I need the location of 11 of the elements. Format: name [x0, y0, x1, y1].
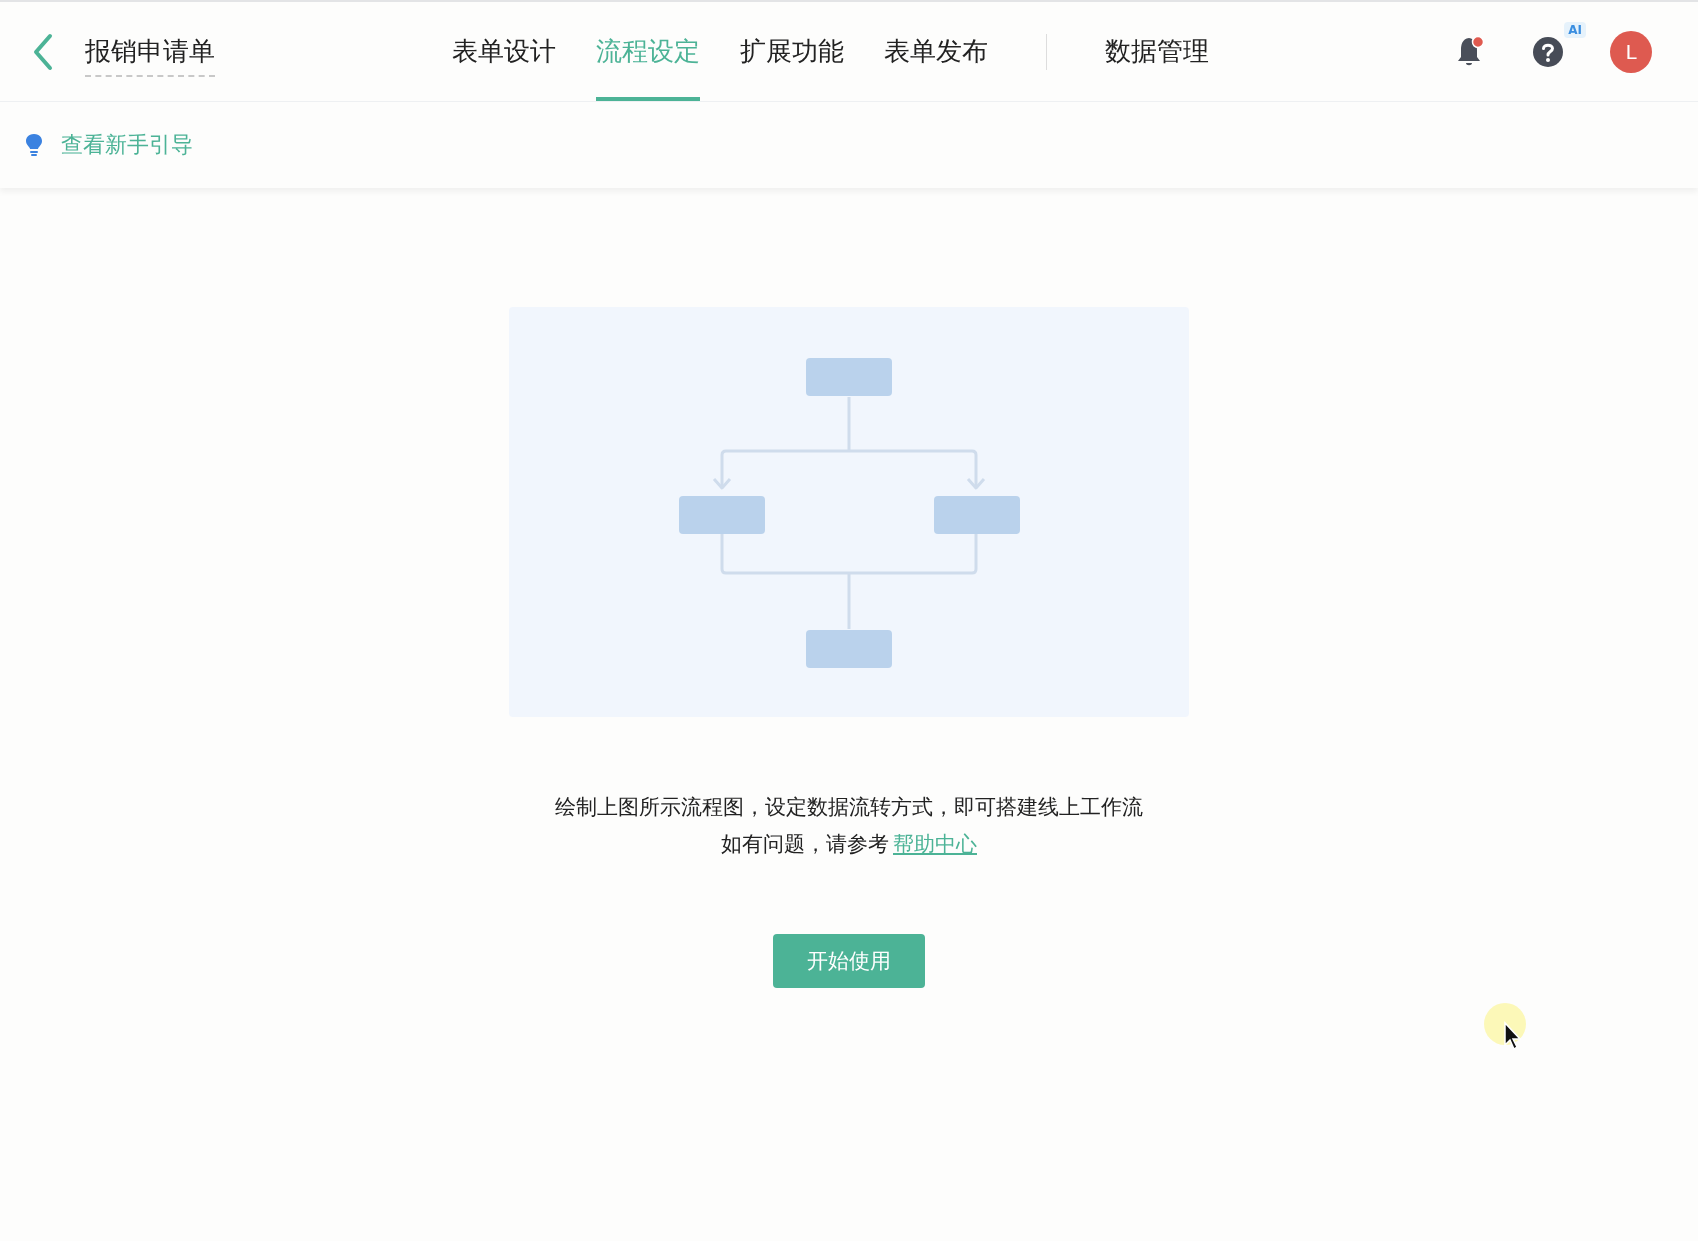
nav-tab[interactable]: 表单设计 — [452, 2, 556, 101]
description-text: 如有问题，请参考 — [721, 832, 889, 856]
description-text: 绘制上图所示流程图，设定数据流转方式，即可搭建线上工作流 — [555, 794, 1143, 821]
nav-tab[interactable]: 扩展功能 — [740, 2, 844, 101]
lightbulb-icon — [25, 133, 43, 157]
form-title[interactable]: 报销申请单 — [85, 34, 215, 77]
ai-badge: AI — [1564, 21, 1586, 38]
nav-tab[interactable]: 表单发布 — [884, 2, 988, 101]
nav-tab[interactable]: 数据管理 — [1105, 2, 1209, 101]
help-icon[interactable] — [1532, 35, 1564, 68]
user-avatar[interactable]: L — [1610, 30, 1652, 73]
